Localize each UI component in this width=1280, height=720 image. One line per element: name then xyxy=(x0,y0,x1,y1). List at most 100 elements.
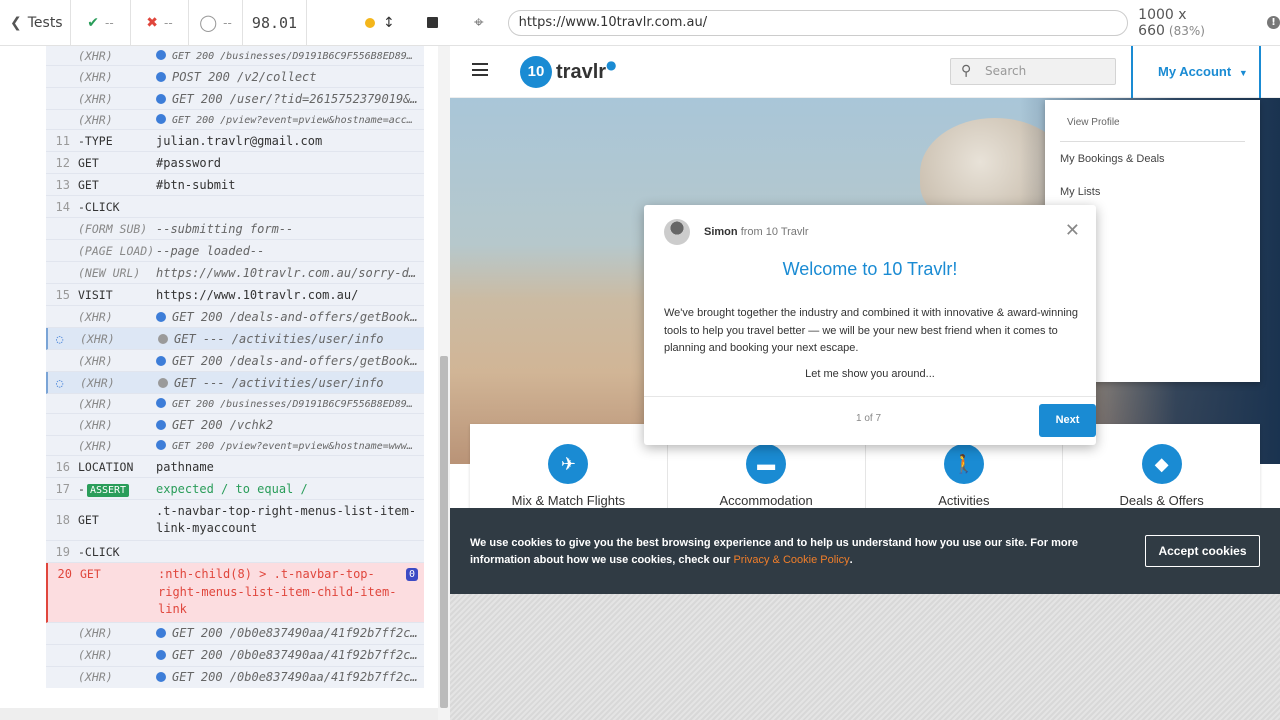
message-text: GET 200 /user/?tid=2615752379019&… xyxy=(172,91,418,106)
tests-label: Tests xyxy=(27,14,63,31)
horizontal-scrollbar[interactable] xyxy=(0,708,438,720)
selector-playground-icon[interactable]: ⌖ xyxy=(450,13,508,33)
command-name: (XHR) xyxy=(78,69,113,84)
search-placeholder: Search xyxy=(985,64,1027,78)
command-row[interactable]: (XHR) GET --- /activities/user/info ◌ xyxy=(46,328,424,350)
command-row[interactable]: (XHR) GET 200 /0b0e837490aa/41f92b7ff2c… xyxy=(46,623,424,645)
command-row[interactable]: 11 -TYPE julian.travlr@gmail.com xyxy=(46,130,424,152)
failed-count: -- xyxy=(164,15,173,30)
command-message: :nth-child(8) > .t-navbar-top-right-menu… xyxy=(158,563,424,622)
command-row[interactable]: 16 LOCATION pathname xyxy=(46,456,424,478)
command-number: 11 xyxy=(55,133,70,148)
product-card[interactable]: ✈ Mix & Match Flights xyxy=(470,424,668,514)
command-row[interactable]: 17 - ASSERT expected / to equal / xyxy=(46,478,424,500)
command-name: (XHR) xyxy=(78,670,113,684)
command-message: GET --- /activities/user/info xyxy=(158,376,424,390)
command-row[interactable]: (XHR) GET 200 /pview?event=pview&hostname… xyxy=(46,436,424,456)
command-row[interactable]: 12 GET #password xyxy=(46,152,424,174)
url-display[interactable]: https://www.10travlr.com.au/ xyxy=(507,9,1129,36)
command-message: GET 200 /vchk2 xyxy=(156,418,424,432)
next-button[interactable]: Next xyxy=(1039,404,1096,437)
command-row[interactable]: (FORM SUB) --submitting form-- xyxy=(46,218,424,240)
sender-from: from 10 Travlr xyxy=(740,226,809,238)
message-text: #password xyxy=(156,155,222,170)
command-message: GET 200 /pview?event=pview&hostname=acc… xyxy=(156,113,424,126)
message-text: https://www.10travlr.com.au/ xyxy=(156,287,359,302)
avatar xyxy=(664,219,690,245)
command-row[interactable]: (XHR) GET --- /activities/user/info ◌ xyxy=(46,372,424,394)
command-row[interactable]: 19 -CLICK xyxy=(46,541,424,563)
command-row[interactable]: (XHR) GET 200 /user/?tid=2615752379019&… xyxy=(46,88,424,110)
status-dot-icon xyxy=(365,17,375,28)
failed-stat: ✖ -- xyxy=(131,0,189,46)
command-message: expected / to equal / xyxy=(156,482,424,496)
command-row[interactable]: 20 GET:nth-child(8) > .t-navbar-top-right… xyxy=(46,563,424,623)
command-name: (XHR) xyxy=(78,417,113,432)
account-menu-item[interactable]: View Profile xyxy=(1067,117,1120,128)
product-card-label: Mix & Match Flights xyxy=(511,493,626,508)
command-row[interactable]: (NEW URL) https://www.10travlr.com.au/sor… xyxy=(46,262,424,284)
command-row[interactable]: (PAGE LOAD) --page loaded-- xyxy=(46,240,424,262)
command-message: #btn-submit xyxy=(156,178,424,192)
command-message: GET 200 /businesses/D9191B6C9F556B8ED89… xyxy=(156,397,424,410)
command-number: 12 xyxy=(55,155,70,170)
command-row[interactable]: (XHR) GET 200 /deals-and-offers/getBook… xyxy=(46,350,424,372)
close-icon[interactable]: ✕ xyxy=(1065,220,1080,241)
accept-cookies-button[interactable]: Accept cookies xyxy=(1145,535,1260,567)
message-text: GET 200 /0b0e837490aa/41f92b7ff2c… xyxy=(172,670,418,684)
command-row[interactable]: 15 VISIT https://www.10travlr.com.au/ xyxy=(46,284,424,306)
command-row[interactable]: 13 GET #btn-submit xyxy=(46,174,424,196)
account-menu-item[interactable]: My Bookings & Deals xyxy=(1060,153,1165,165)
product-card-label: Accommodation xyxy=(719,493,813,508)
tests-button[interactable]: ❮ Tests xyxy=(0,0,71,46)
hamburger-menu-icon[interactable] xyxy=(472,63,488,76)
site-frame: 10 travlr ● ⚲ Search My Account ▼ View P… xyxy=(450,46,1280,594)
command-row[interactable]: (XHR) GET 200 /businesses/D9191B6C9F556B8… xyxy=(46,394,424,414)
command-message: GET 200 /pview?event=pview&hostname=www.… xyxy=(156,439,424,452)
status-dot-icon xyxy=(156,419,166,430)
message-text: GET --- /activities/user/info xyxy=(174,375,384,390)
command-log[interactable]: (XHR) GET 200 /businesses/D9191B6C9F556B8… xyxy=(46,46,424,688)
viewport-info: 1000 x 660 (83%) xyxy=(1138,7,1257,39)
command-message: .t-navbar-top-right-menus-list-item-link… xyxy=(156,500,424,540)
command-row[interactable]: (XHR) GET 200 /businesses/D9191B6C9F556B8… xyxy=(46,46,424,66)
stop-icon[interactable] xyxy=(426,17,438,28)
message-text: .t-navbar-top-right-menus-list-item-link… xyxy=(156,504,417,535)
message-text: #btn-submit xyxy=(156,177,236,192)
modal-cta: Let me show you around... xyxy=(805,368,935,380)
message-text: GET 200 /businesses/D9191B6C9F556B8ED89… xyxy=(172,50,413,62)
account-menu-item[interactable]: My Lists xyxy=(1060,186,1100,198)
status-dot-icon xyxy=(156,650,166,660)
command-name: (XHR) xyxy=(78,48,113,63)
scrollbar-thumb[interactable] xyxy=(440,356,448,708)
command-row[interactable]: (XHR) GET 200 /0b0e837490aa/41f92b7ff2c… xyxy=(46,645,424,667)
walking-icon: 🚶 xyxy=(943,444,984,484)
x-icon: ✖ xyxy=(146,14,159,31)
spinner-icon: ◌ xyxy=(56,331,64,346)
autoscroll-icon[interactable]: ↕ xyxy=(383,15,395,31)
site-logo[interactable]: 10 travlr ● xyxy=(520,56,617,88)
command-row[interactable]: 14 -CLICK xyxy=(46,196,424,218)
cookie-end: . xyxy=(849,554,853,566)
modal-divider xyxy=(644,396,1096,397)
modal-sender: Simon from 10 Travlr xyxy=(704,226,809,238)
my-account-button[interactable]: My Account ▼ xyxy=(1131,46,1261,98)
cypress-runner: ❮ Tests ✔ -- ✖ -- ◯ -- 98.01 ↕ (XHR) GET 200… xyxy=(0,0,1280,720)
command-message: POST 200 /v2/collect xyxy=(156,70,424,84)
command-row[interactable]: (XHR) GET 200 /vchk2 xyxy=(46,414,424,436)
command-number: 14 xyxy=(55,199,70,214)
privacy-policy-link[interactable]: Privacy & Cookie Policy xyxy=(733,554,849,566)
product-card-label: Deals & Offers xyxy=(1119,493,1204,508)
reporter-header: ❮ Tests ✔ -- ✖ -- ◯ -- 98.01 ↕ xyxy=(0,0,450,46)
site-search-input[interactable]: ⚲ Search xyxy=(950,58,1116,85)
command-row[interactable]: (XHR) GET 200 /pview?event=pview&hostname… xyxy=(46,110,424,130)
info-icon[interactable]: ! xyxy=(1267,16,1280,29)
command-number: 18 xyxy=(55,513,70,527)
plane-icon: ✈ xyxy=(548,444,589,484)
command-row[interactable]: 18 GET .t-navbar-top-right-menus-list-item… xyxy=(46,500,424,541)
command-message: --submitting form-- xyxy=(156,222,424,236)
command-message: GET 200 /deals-and-offers/getBook… xyxy=(156,310,424,324)
command-row[interactable]: (XHR) GET 200 /0b0e837490aa/41f92b7ff2c… xyxy=(46,667,424,688)
command-row[interactable]: (XHR) POST 200 /v2/collect xyxy=(46,66,424,88)
command-row[interactable]: (XHR) GET 200 /deals-and-offers/getBook… xyxy=(46,306,424,328)
